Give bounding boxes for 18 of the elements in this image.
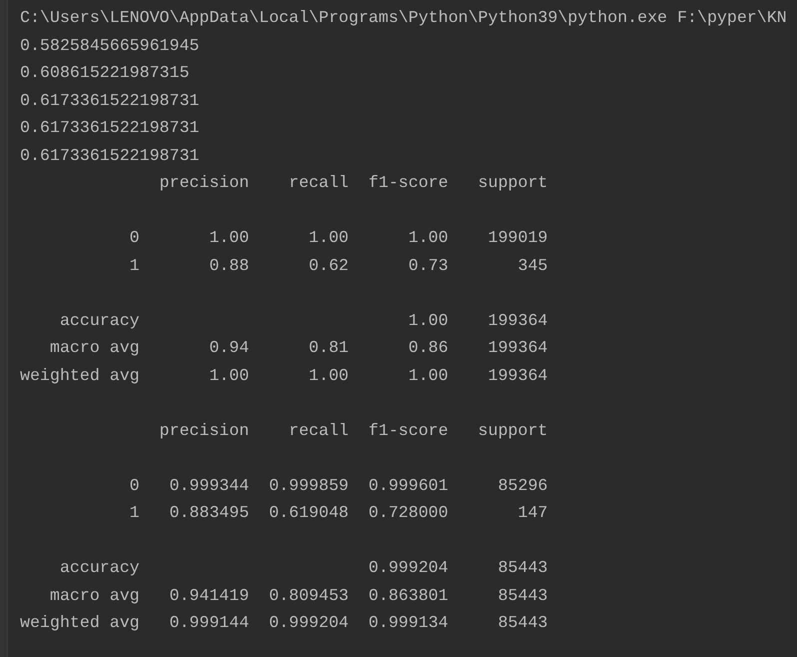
console-line: accuracy 0.999204 85443 xyxy=(58,557,548,579)
console-line: 0.5825845665961945 xyxy=(20,34,200,56)
console-line: 0 0.999344 0.999859 0.999601 85296 xyxy=(128,474,548,496)
console-line: weighted avg 1.00 1.00 1.00 199364 xyxy=(20,364,548,386)
console-line: 1 0.88 0.62 0.73 345 xyxy=(128,254,548,276)
console-line: accuracy 1.00 199364 xyxy=(58,310,548,332)
console-line: 0.6173361522198731 xyxy=(20,90,200,112)
console-line: 0.6173361522198731 xyxy=(20,117,200,139)
console-line: macro avg 0.941419 0.809453 0.863801 85443 xyxy=(48,584,548,606)
console-line: precision recall f1-score support xyxy=(158,172,548,194)
console-line: 1 0.883495 0.619048 0.728000 147 xyxy=(128,502,548,524)
console-line: macro avg 0.94 0.81 0.86 199364 xyxy=(48,337,548,359)
console-line: precision recall f1-score support xyxy=(158,420,548,442)
console-line: weighted avg 0.999144 0.999204 0.999134 85443 xyxy=(20,612,548,634)
console-line: 0.608615221987315 xyxy=(20,62,190,84)
console-line: 0 1.00 1.00 1.00 199019 xyxy=(128,227,548,249)
console-line: 0.6173361522198731 xyxy=(20,144,200,166)
console-line: C:\Users\LENOVO\AppData\Local\Programs\Python\Python39\python.exe F:\pyper\KN xyxy=(20,7,787,29)
